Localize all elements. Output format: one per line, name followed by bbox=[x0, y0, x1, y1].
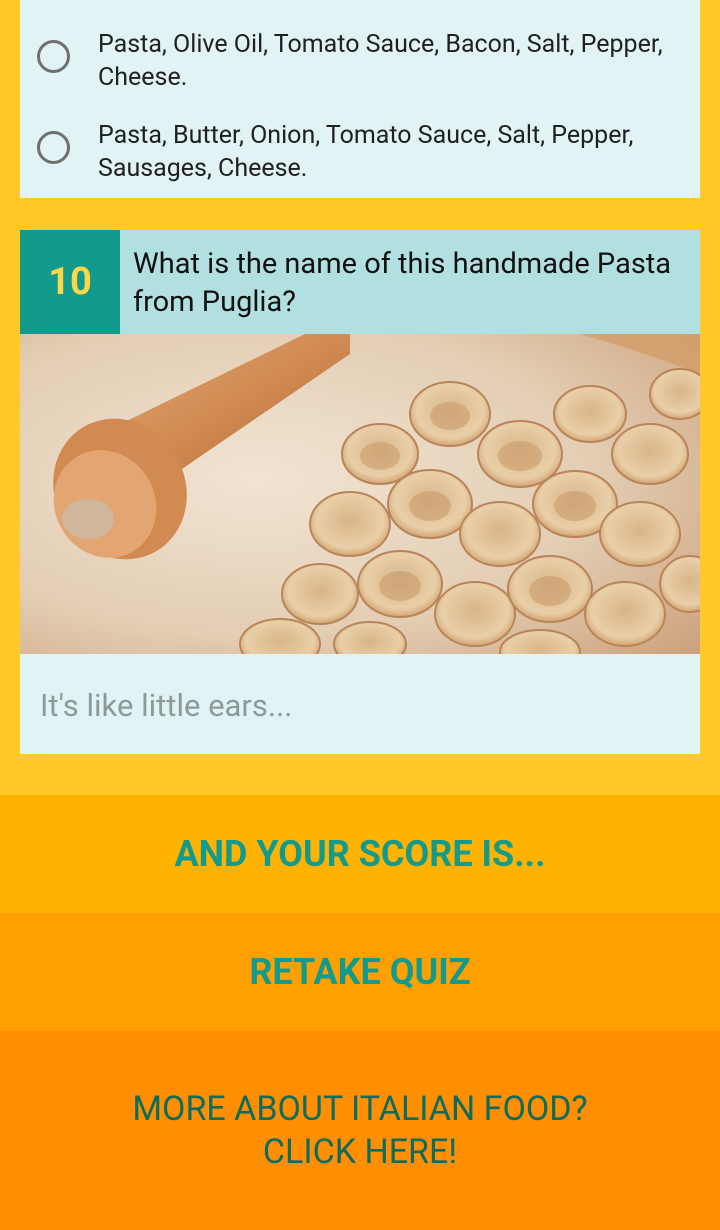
radio-button-icon[interactable] bbox=[37, 40, 70, 73]
answer-input[interactable]: It's like little ears... bbox=[20, 654, 700, 754]
retake-quiz-label: RETAKE QUIZ bbox=[249, 951, 471, 993]
orecchiette-photo bbox=[20, 334, 700, 654]
option-label: Pasta, Olive Oil, Tomato Sauce, Bacon, S… bbox=[98, 30, 663, 92]
option-label: Pasta, Butter, Onion, Tomato Sauce, Salt… bbox=[98, 121, 634, 183]
question-text: What is the name of this handmade Pasta … bbox=[133, 247, 672, 319]
radio-button-icon[interactable] bbox=[37, 131, 70, 164]
more-label-line2: CLICK HERE! bbox=[262, 1131, 458, 1172]
more-label-line1: MORE ABOUT ITALIAN FOOD? bbox=[132, 1088, 588, 1129]
previous-options-card: Pasta, Olive Oil, Tomato Sauce, Bacon, S… bbox=[20, 0, 700, 198]
answer-placeholder: It's like little ears... bbox=[40, 687, 293, 724]
option-1[interactable]: Pasta, Olive Oil, Tomato Sauce, Bacon, S… bbox=[20, 28, 700, 92]
question-text-box: What is the name of this handmade Pasta … bbox=[120, 230, 700, 334]
question-number: 10 bbox=[20, 230, 120, 334]
option-2[interactable]: Pasta, Butter, Onion, Tomato Sauce, Salt… bbox=[20, 119, 700, 183]
retake-quiz-button[interactable]: RETAKE QUIZ bbox=[0, 913, 720, 1031]
question-header: 10 What is the name of this handmade Pas… bbox=[20, 230, 700, 334]
question-image bbox=[20, 334, 700, 654]
score-button-label: AND YOUR SCORE IS... bbox=[174, 833, 546, 875]
more-about-italian-food-button[interactable]: MORE ABOUT ITALIAN FOOD? CLICK HERE! bbox=[0, 1031, 720, 1230]
score-button[interactable]: AND YOUR SCORE IS... bbox=[0, 795, 720, 913]
